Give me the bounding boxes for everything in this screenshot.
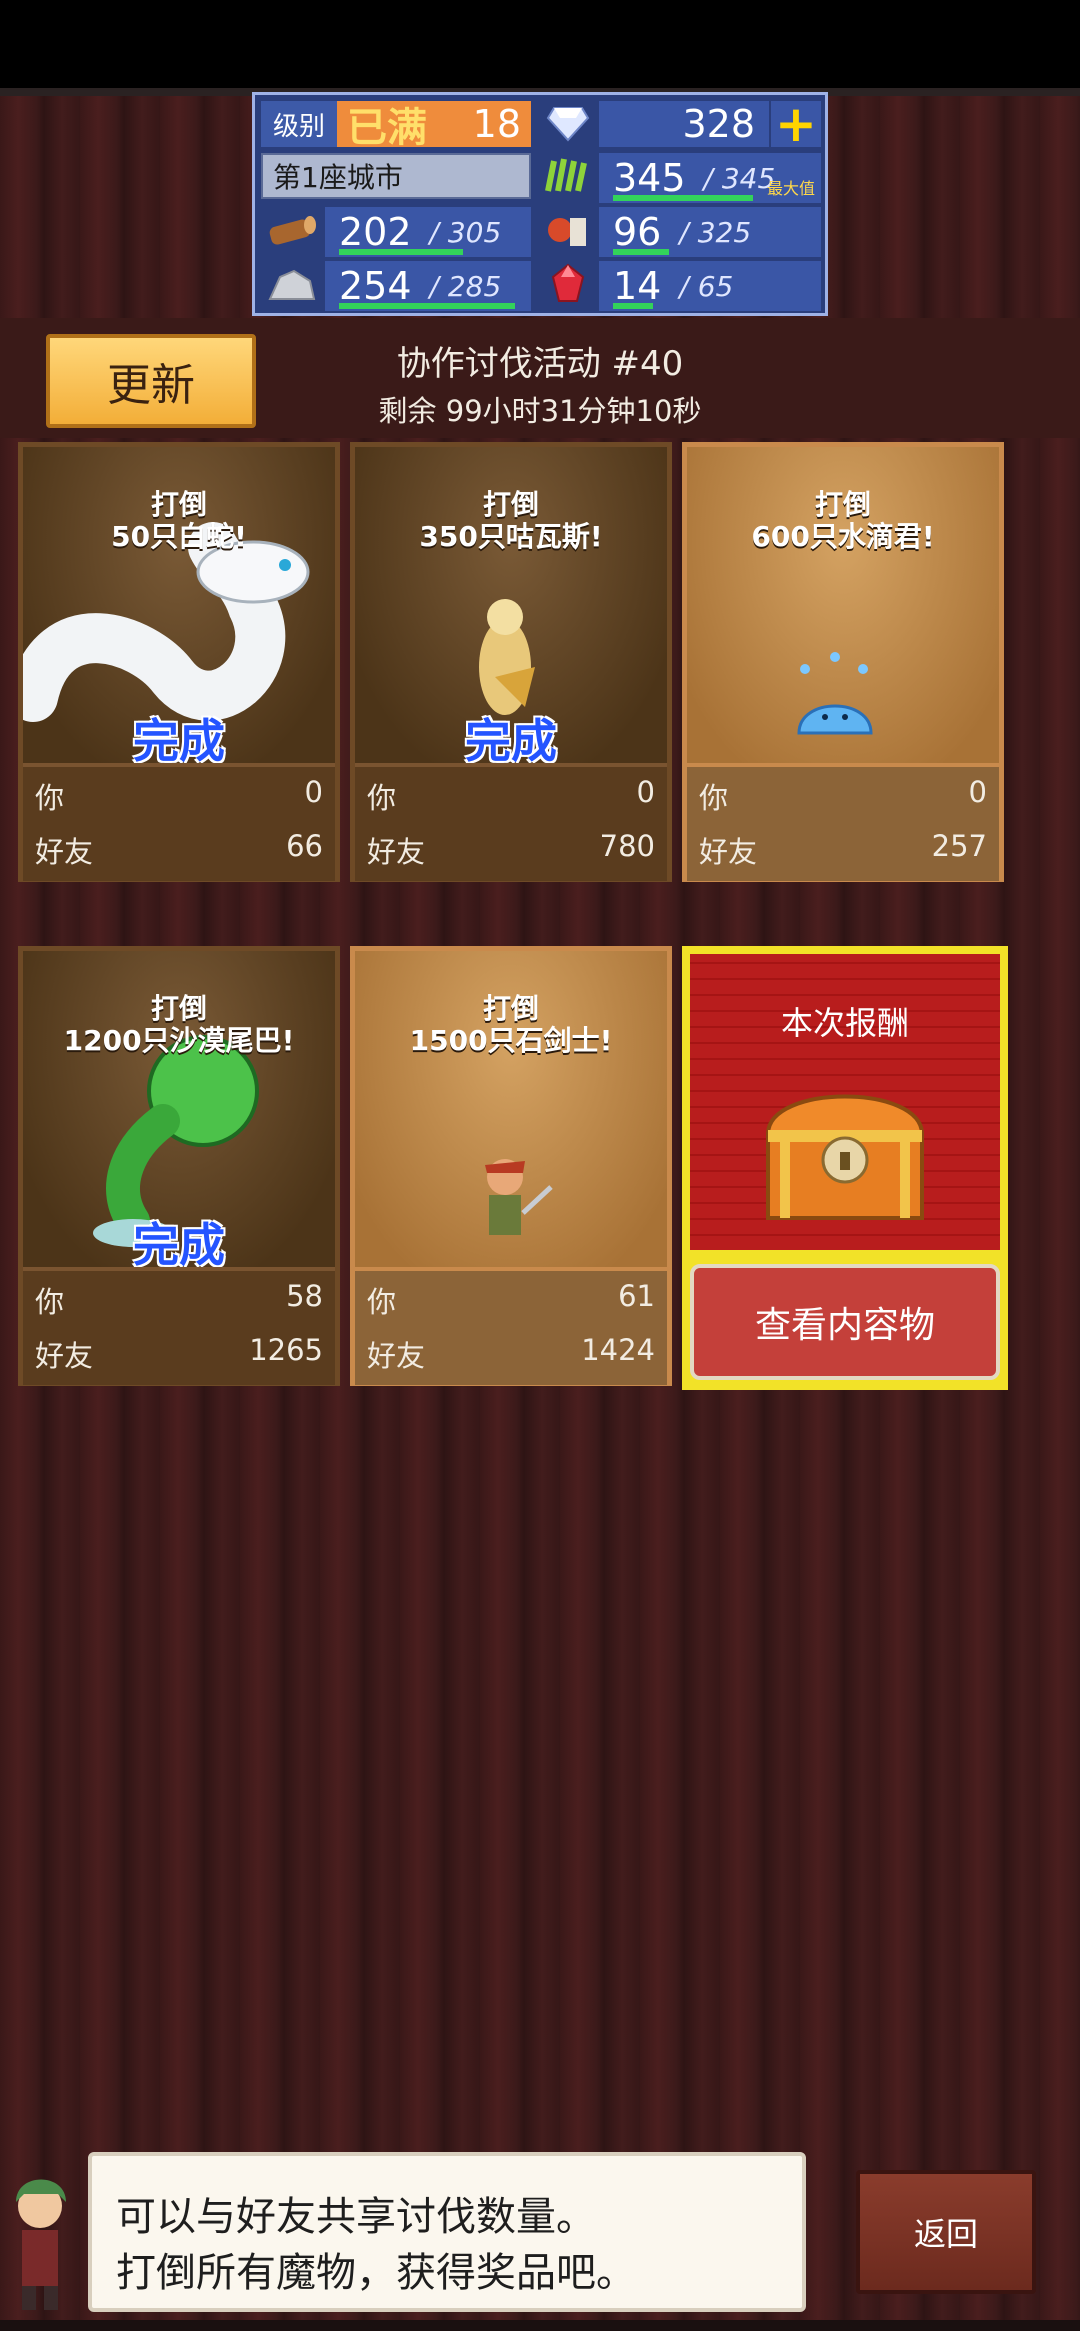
bottom-edge [0, 2320, 1080, 2331]
mission-stats: 你0 好友 66 [23, 763, 335, 881]
grass-bar [613, 195, 753, 201]
ruby-resource: 14 / 65 [599, 261, 821, 311]
food-value: 96 [613, 210, 662, 254]
you-count: 58 [286, 1279, 323, 1313]
friends-count-row: 好友 780 [367, 829, 655, 871]
level-value: 18 [437, 101, 531, 147]
friends-count-row: 好友 1265 [35, 1333, 323, 1375]
your-count-row: 你0 [699, 775, 987, 817]
mission-card-guwasi[interactable]: 打倒 350只咕瓦斯! 完成 你0 好友 780 [350, 442, 672, 882]
friends-count: 66 [286, 829, 323, 863]
grass-cap: / 345 [703, 161, 776, 195]
friends-count: 1424 [581, 1333, 655, 1367]
you-label: 你 [35, 1285, 65, 1319]
you-count: 0 [968, 775, 987, 809]
grass-resource: 345 / 345 最大值 [599, 153, 821, 203]
reward-card: 本次报酬 查看内容物 [682, 946, 1008, 1390]
back-button[interactable]: 返回 [856, 2170, 1036, 2294]
mission-goal-line2: 1200只沙漠尾巴! [63, 1024, 295, 1057]
you-label: 你 [35, 781, 65, 815]
view-contents-button[interactable]: 查看内容物 [690, 1264, 1000, 1380]
mission-goal-line2: 50只白蛇! [111, 520, 247, 553]
level-max-badge: 已满 [337, 101, 437, 151]
ruby-cap: / 65 [679, 269, 734, 303]
mission-card-white-snake[interactable]: 打倒 50只白蛇! 完成 你0 好友 66 [8, 442, 340, 882]
your-count-row: 你 61 [367, 1279, 655, 1321]
wood-icon [261, 207, 323, 253]
npc-character-icon [16, 2179, 66, 2310]
friends-count: 1265 [249, 1333, 323, 1367]
mission-goal-line2: 1500只石剑士! [409, 1024, 613, 1057]
friends-count: 257 [931, 829, 987, 863]
grass-max-tag: 最大值 [766, 179, 815, 198]
grass-icon [537, 153, 599, 199]
friends-count-row: 好友 257 [699, 829, 987, 871]
food-cap: / 325 [679, 215, 752, 249]
mission-card-desert-tail[interactable]: 打倒 1200只沙漠尾巴! 完成 你 58 好友 1265 [18, 946, 340, 1386]
friends-label: 好友 [367, 835, 426, 869]
friends-label: 好友 [699, 835, 758, 869]
system-status-bar [0, 0, 1080, 95]
stone-resource: 254 / 285 [325, 261, 531, 311]
your-count-row: 你 58 [35, 1279, 323, 1321]
mission-card-stone-swordsman[interactable]: 打倒 1500只石剑士! 你 61 好友 1424 [350, 946, 672, 1386]
level-label: 级别 [261, 101, 337, 147]
friends-count-row: 好友 1424 [367, 1333, 655, 1375]
you-count: 61 [618, 1279, 655, 1313]
mission-stats: 你 61 好友 1424 [355, 1267, 667, 1385]
you-label: 你 [367, 781, 397, 815]
ruby-icon [537, 261, 599, 307]
you-label: 你 [699, 781, 729, 815]
mission-stats: 你0 好友 780 [355, 763, 667, 881]
reward-panel: 本次报酬 [690, 954, 1000, 1250]
diamond-icon [537, 101, 599, 147]
mission-goal-line2: 600只水滴君! [751, 520, 935, 553]
stone-value: 254 [339, 264, 412, 308]
add-gems-button[interactable]: + [771, 95, 821, 153]
mission-complete-label: 完成 [133, 714, 225, 768]
mission-stats: 你 58 好友 1265 [23, 1267, 335, 1385]
friends-label: 好友 [35, 835, 94, 869]
wood-cap: / 305 [429, 215, 502, 249]
food-resource: 96 / 325 [599, 207, 821, 257]
stone-icon [261, 261, 323, 307]
wood-bar [339, 249, 463, 255]
friends-label: 好友 [35, 1339, 94, 1373]
stone-cap: / 285 [429, 269, 502, 303]
you-label: 你 [367, 1285, 397, 1319]
reward-title: 本次报酬 [780, 1004, 909, 1042]
friends-label: 好友 [367, 1339, 426, 1373]
mission-stats: 你0 好友 257 [687, 763, 999, 881]
event-timer: 剩余 99小时31分钟10秒 [378, 394, 702, 428]
you-count: 0 [636, 775, 655, 809]
you-count: 0 [304, 775, 323, 809]
wood-value: 202 [339, 210, 412, 254]
your-count-row: 你0 [35, 775, 323, 817]
friends-count: 780 [599, 829, 655, 863]
mission-complete-label: 完成 [133, 1218, 225, 1272]
treasure-chest-icon [765, 1094, 925, 1220]
resource-status-panel: 级别 已满 18 328 + 第1座城市 345 / 345 最大值 202 /… [252, 92, 828, 316]
dialog-line-1: 可以与好友共享讨伐数量。 [116, 2194, 596, 2240]
dialog-line-2: 打倒所有魔物，获得奖品吧。 [116, 2250, 636, 2296]
mission-complete-label: 完成 [465, 714, 557, 768]
mission-card-water-drop[interactable]: 打倒 600只水滴君! 你0 好友 257 [682, 442, 1004, 882]
food-icon [537, 207, 599, 253]
event-title: 协作讨伐活动 #40 [396, 344, 684, 384]
npc-dialog-bubble: 可以与好友共享讨伐数量。 打倒所有魔物，获得奖品吧。 [88, 2152, 806, 2312]
ruby-value: 14 [613, 264, 662, 308]
friends-count-row: 好友 66 [35, 829, 323, 871]
mission-goal-line2: 350只咕瓦斯! [419, 520, 603, 553]
wood-resource: 202 / 305 [325, 207, 531, 257]
city-name: 第1座城市 [261, 153, 531, 199]
ruby-bar [613, 303, 653, 309]
your-count-row: 你0 [367, 775, 655, 817]
gems-value: 328 [599, 101, 769, 147]
food-bar [613, 249, 669, 255]
grass-value: 345 [613, 156, 686, 200]
refresh-button[interactable]: 更新 [46, 334, 256, 428]
stone-bar [339, 303, 515, 309]
